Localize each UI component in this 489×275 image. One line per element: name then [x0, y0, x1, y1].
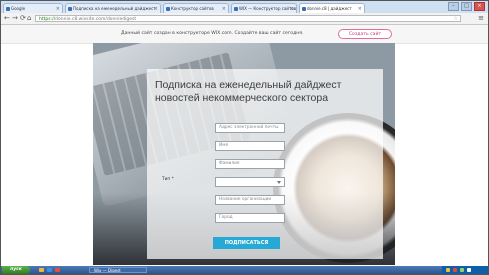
start-button[interactable]: пуск [2, 266, 30, 274]
reload-icon[interactable]: ⟳ [20, 14, 26, 23]
back-icon[interactable]: ← [4, 14, 10, 23]
tray-icon[interactable] [453, 268, 457, 272]
form-title: Подписка на еженедельный дайджест новост… [155, 79, 342, 104]
maximize-icon[interactable]: □ [461, 2, 472, 11]
favicon-icon [68, 7, 72, 11]
bookmark-star-icon[interactable]: ☆ [454, 16, 458, 23]
favicon-icon [166, 7, 170, 11]
tab-google[interactable]: Google × [3, 3, 63, 13]
city-field[interactable]: Город [215, 213, 285, 223]
tab-bar: Google × Подписка на еженедельный дайдже… [1, 1, 488, 13]
tray-icon[interactable] [446, 268, 450, 272]
close-tab-icon[interactable]: × [222, 4, 226, 13]
tab-builder[interactable]: Конструктор сайтов × [163, 3, 229, 13]
subscribe-button[interactable]: ПОДПИСАТЬСЯ [213, 237, 280, 249]
forward-icon[interactable]: → [12, 14, 18, 23]
tab-label: Google [11, 6, 26, 11]
wix-banner-text: Данный сайт создан в конструкторе WIX.co… [121, 31, 304, 36]
explorer-icon[interactable] [39, 268, 44, 272]
system-tray [442, 266, 488, 274]
close-tab-icon[interactable]: × [358, 4, 362, 13]
favicon-icon [302, 7, 306, 11]
close-tab-icon[interactable]: × [290, 4, 294, 13]
tab-active[interactable]: donnie.c8 | дайджест × [299, 3, 365, 13]
create-site-button[interactable]: Создать сайт [338, 29, 392, 39]
window-controls: – □ × [448, 2, 485, 11]
address-bar: ← → ⟳ ⌂ https://donnie.c8.wixsite.com/do… [1, 13, 488, 25]
favicon-icon [6, 7, 10, 11]
ie-icon[interactable] [47, 268, 52, 272]
type-select[interactable] [215, 177, 285, 187]
chrome-icon[interactable] [55, 268, 60, 272]
tab-label: donnie.c8 | дайджест [307, 6, 352, 11]
browser-menu-icon[interactable]: ≡ [478, 14, 484, 23]
url-scheme: https:// [39, 17, 56, 22]
type-label: Тип * [162, 177, 174, 182]
tab-label: Подписка на еженедельный дайджест [73, 6, 156, 11]
tab-wix[interactable]: WIX — Конструктор сайтов × [231, 3, 297, 13]
first-name-field[interactable]: Имя [215, 141, 285, 151]
close-tab-icon[interactable]: × [56, 4, 60, 13]
browser-window: Google × Подписка на еженедельный дайдже… [0, 0, 489, 275]
close-tab-icon[interactable]: × [154, 4, 158, 13]
taskbar: пуск Wix — Digest [1, 266, 488, 274]
organization-field[interactable]: Название организации [215, 195, 285, 205]
favicon-icon [234, 7, 238, 11]
volume-icon[interactable] [467, 268, 471, 272]
tray-icon[interactable] [460, 268, 464, 272]
url-input[interactable]: https://donnie.c8.wixsite.com/donniedige… [35, 15, 461, 22]
tab-label: WIX — Конструктор сайтов [239, 6, 297, 11]
taskbar-item-browser[interactable]: Wix — Digest [89, 267, 147, 273]
wix-banner: Данный сайт создан в конструкторе WIX.co… [1, 25, 488, 44]
home-icon[interactable]: ⌂ [27, 14, 31, 23]
tab-label: Конструктор сайтов [171, 6, 214, 11]
minimize-icon[interactable]: – [448, 2, 459, 11]
email-field[interactable]: Адрес электронной почты [215, 123, 285, 133]
tab-digest[interactable]: Подписка на еженедельный дайджест × [65, 3, 161, 13]
last-name-field[interactable]: Фамилия [215, 159, 285, 169]
url-path: donnie.c8.wixsite.com/donniedigest [55, 17, 137, 22]
close-window-icon[interactable]: × [474, 2, 485, 11]
